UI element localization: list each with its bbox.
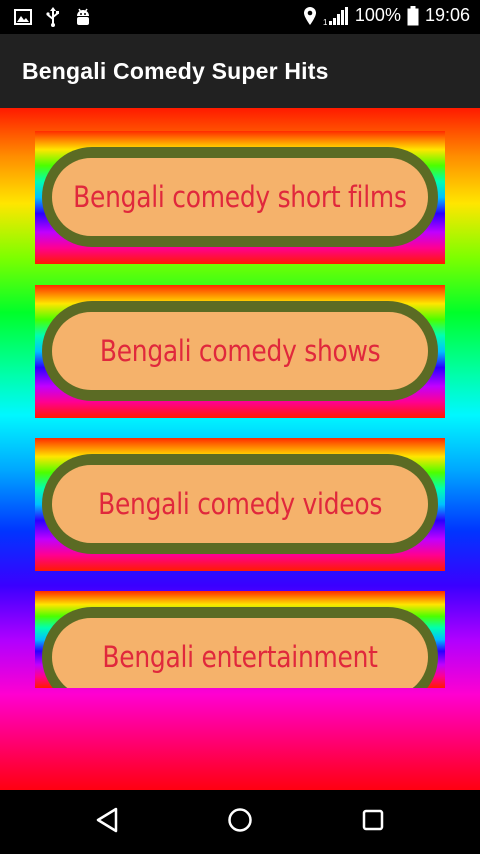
menu-pill-frame: Bengali comedy shows [42,301,438,401]
svg-text:1: 1 [323,18,328,26]
menu-pill: Bengali entertainment [52,618,428,688]
recents-icon [360,807,386,838]
app-bar: Bengali Comedy Super Hits [0,34,480,108]
home-icon [226,806,254,839]
image-icon [14,9,32,30]
main-content: Bengali comedy short films Bengali comed… [0,108,480,790]
home-button[interactable] [224,806,256,838]
menu-item-videos[interactable]: Bengali comedy videos [35,438,445,571]
menu-item-short-films[interactable]: Bengali comedy short films [35,131,445,264]
location-icon [303,6,317,26]
menu-pill-frame: Bengali comedy videos [42,454,438,554]
back-button[interactable] [91,806,123,838]
recents-button[interactable] [357,806,389,838]
menu-pill: Bengali comedy videos [52,465,428,543]
menu-item-label: Bengali entertainment [102,640,378,674]
page-title: Bengali Comedy Super Hits [22,58,329,84]
menu-pill: Bengali comedy shows [52,312,428,390]
usb-icon [46,7,60,32]
clock: 19:06 [424,5,470,25]
menu-item-label: Bengali comedy short films [73,180,407,214]
menu-item-label: Bengali comedy videos [98,487,382,521]
battery-icon [407,5,419,26]
android-debug-icon [74,7,92,32]
menu-pill-frame: Bengali comedy short films [42,147,438,247]
menu-item-shows[interactable]: Bengali comedy shows [35,285,445,418]
status-bar: 1 100% 19:06 [0,0,480,34]
navigation-bar [0,790,480,854]
battery-percent: 100% [354,5,401,25]
status-system: 1 100% 19:06 [303,5,470,26]
menu-pill-frame: Bengali entertainment [42,607,438,688]
menu-item-label: Bengali comedy shows [99,334,381,368]
menu-item-entertainment[interactable]: Bengali entertainment [35,591,445,688]
status-notifications [14,7,92,32]
menu-pill: Bengali comedy short films [52,158,428,236]
back-icon [94,806,120,839]
screen: 1 100% 19:06 Bengali Comedy Super Hits B… [0,0,480,854]
signal-icon: 1 [323,6,349,26]
